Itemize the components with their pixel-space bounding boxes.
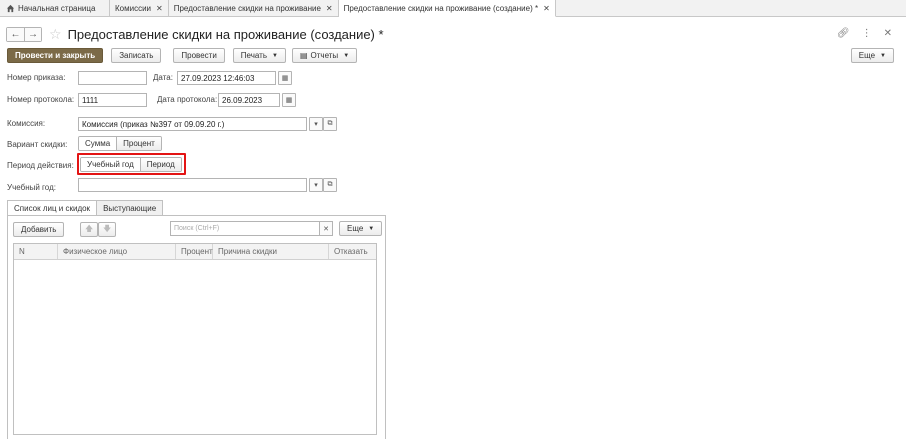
more-vertical-icon[interactable]: ⋮ — [862, 28, 872, 39]
commission-field[interactable]: Комиссия (приказ №397 от 09.09.20 г.) — [78, 117, 307, 131]
chevron-down-icon[interactable]: ▾ — [309, 178, 323, 192]
tab-label: Предоставление скидки на проживание — [173, 3, 321, 13]
calendar-icon[interactable]: ▦ — [278, 71, 292, 85]
tab-label: Комиссии — [115, 3, 152, 13]
order-number-field[interactable] — [78, 71, 147, 85]
order-number-label: Номер приказа: — [7, 73, 66, 82]
date-field[interactable]: 27.09.2023 12:46:03 — [177, 71, 276, 85]
academic-year-label: Учебный год: — [7, 183, 56, 192]
chevron-down-icon[interactable]: ▾ — [309, 117, 323, 131]
tab-discount-list[interactable]: Предоставление скидки на проживание ✕ — [169, 0, 339, 16]
window-controls: 🔗︎ ⋮ ✕ — [837, 28, 892, 39]
discount-variant-label: Вариант скидки: — [7, 140, 68, 149]
print-label: Печать — [240, 51, 268, 60]
search-placeholder: Поиск (Ctrl+F) — [174, 225, 220, 232]
discount-variant-switch: Сумма Процент — [78, 136, 162, 151]
column-header-percent[interactable]: Процент — [176, 244, 213, 259]
close-icon[interactable]: ✕ — [156, 4, 163, 13]
close-icon[interactable]: ✕ — [884, 28, 892, 39]
home-icon — [6, 4, 15, 12]
open-link-icon[interactable]: ⧉ — [323, 178, 337, 192]
inner-tab-bar: Список лиц и скидок Выступающие — [7, 200, 164, 216]
link-icon[interactable]: 🔗︎ — [837, 28, 850, 39]
search-input[interactable]: Поиск (Ctrl+F) ✕ — [170, 221, 333, 236]
report-icon: ▤ — [299, 51, 308, 60]
back-arrow-icon[interactable]: ← — [7, 27, 24, 41]
table-header: N Физическое лицо Процент Причина скидки… — [14, 244, 376, 260]
more-label: Еще — [347, 224, 364, 233]
persons-table: N Физическое лицо Процент Причина скидки… — [13, 243, 377, 435]
tab-speakers[interactable]: Выступающие — [96, 200, 164, 215]
option-percent[interactable]: Процент — [116, 137, 161, 150]
list-more-button[interactable]: Еще ▼ — [339, 221, 383, 236]
reports-button[interactable]: ▤ Отчеты ▼ — [291, 48, 358, 63]
highlight-box — [77, 153, 186, 175]
history-nav: ← → — [6, 26, 42, 42]
commission-label: Комиссия: — [7, 119, 46, 128]
close-icon[interactable]: ✕ — [543, 4, 550, 13]
tab-label: Начальная страница — [18, 3, 96, 13]
clear-icon[interactable]: ✕ — [319, 222, 332, 235]
chevron-down-icon: ▼ — [880, 52, 886, 59]
chevron-down-icon: ▼ — [343, 52, 350, 59]
title-row: ← → ☆ Предоставление скидки на проживани… — [6, 25, 384, 43]
post-button[interactable]: Провести — [173, 48, 225, 63]
tab-discount-create[interactable]: Предоставление скидки на проживание (соз… — [338, 0, 556, 17]
move-down-icon[interactable]: 🡇︎ — [98, 222, 117, 237]
option-sum[interactable]: Сумма — [79, 137, 117, 150]
window-tab-bar: Начальная страница Комиссии ✕ Предоставл… — [0, 0, 906, 17]
column-header-n[interactable]: N — [14, 244, 58, 259]
page-title: Предоставление скидки на проживание (соз… — [67, 26, 384, 42]
forward-arrow-icon[interactable]: → — [24, 27, 41, 41]
post-and-close-button[interactable]: Провести и закрыть — [7, 48, 104, 63]
tab-label: Предоставление скидки на проживание (соз… — [343, 3, 539, 13]
calendar-icon[interactable]: ▦ — [282, 93, 296, 107]
add-button[interactable]: Добавить — [13, 222, 65, 237]
period-label: Период действия: — [7, 161, 74, 170]
column-header-refuse[interactable]: Отказать — [329, 244, 376, 259]
protocol-number-label: Номер протокола: — [7, 95, 75, 104]
tab-commissions[interactable]: Комиссии ✕ — [110, 0, 169, 16]
protocol-date-label: Дата протокола: — [157, 95, 218, 104]
open-link-icon[interactable]: ⧉ — [323, 117, 337, 131]
protocol-number-field[interactable]: 1111 — [78, 93, 147, 107]
save-button[interactable]: Записать — [111, 48, 162, 63]
date-label: Дата: — [153, 73, 173, 82]
reports-label: Отчеты — [310, 51, 339, 60]
column-header-reason[interactable]: Причина скидки — [213, 244, 329, 259]
tab-home[interactable]: Начальная страница — [0, 0, 110, 16]
close-icon[interactable]: ✕ — [326, 4, 333, 13]
more-button[interactable]: Еще ▼ — [850, 48, 894, 63]
more-label: Еще — [858, 51, 876, 60]
tab-persons-discounts[interactable]: Список лиц и скидок — [7, 200, 98, 216]
chevron-down-icon: ▼ — [368, 225, 375, 232]
column-header-person[interactable]: Физическое лицо — [58, 244, 176, 259]
favorite-star-icon[interactable]: ☆ — [49, 26, 62, 43]
print-button[interactable]: Печать ▼ — [232, 48, 286, 63]
academic-year-field[interactable] — [78, 178, 307, 192]
chevron-down-icon: ▼ — [272, 52, 278, 59]
protocol-date-field[interactable]: 26.09.2023 — [218, 93, 280, 107]
command-bar: Провести и закрыть Записать Провести Печ… — [7, 48, 358, 63]
move-up-icon[interactable]: 🡅︎ — [80, 222, 99, 237]
